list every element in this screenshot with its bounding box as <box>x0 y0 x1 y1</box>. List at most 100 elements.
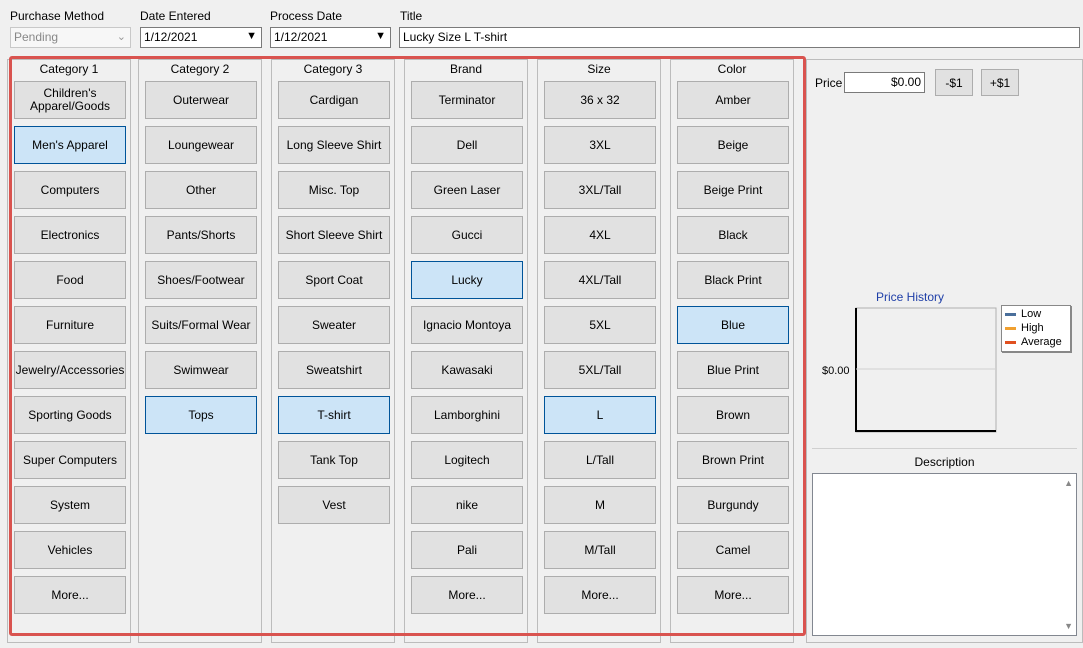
legend-swatch <box>1005 312 1016 316</box>
plot-area <box>855 307 997 433</box>
scroll-down-icon[interactable]: ▼ <box>1064 621 1073 631</box>
color-option-button[interactable]: Blue <box>677 306 789 344</box>
category-2-option-button[interactable]: Suits/Formal Wear <box>145 306 257 344</box>
legend-label: Low <box>1021 308 1042 320</box>
column-category-2: Category 2 Outerwear Loungewear Other Pants/… <box>138 59 262 643</box>
brand-option-button[interactable]: nike <box>411 486 523 524</box>
size-option-button[interactable]: 4XL <box>544 216 656 254</box>
category-3-option-button[interactable]: Sweater <box>278 306 390 344</box>
column-category-3: Category 3 Cardigan Long Sleeve Shirt Misc.… <box>271 59 395 643</box>
date-entered-picker[interactable]: 1/12/2021 ▼ <box>140 27 262 48</box>
color-option-button[interactable]: Blue Print <box>677 351 789 389</box>
category-1-option-button[interactable]: Children's Apparel/Goods <box>14 81 126 119</box>
brand-option-button[interactable]: Pali <box>411 531 523 569</box>
brand-option-button[interactable]: Gucci <box>411 216 523 254</box>
legend-item-average: Average <box>1005 335 1067 349</box>
category-3-option-button[interactable]: Short Sleeve Shirt <box>278 216 390 254</box>
category-1-option-button[interactable]: Food <box>14 261 126 299</box>
date-entered-label: Date Entered <box>140 9 211 23</box>
category-3-option-button[interactable]: T-shirt <box>278 396 390 434</box>
size-option-button[interactable]: L/Tall <box>544 441 656 479</box>
category-1-option-button[interactable]: Men's Apparel <box>14 126 126 164</box>
legend-label: High <box>1021 322 1044 334</box>
decrease-price-button[interactable]: -$1 <box>935 69 973 96</box>
category-2-option-button[interactable]: Pants/Shorts <box>145 216 257 254</box>
size-option-button[interactable]: M <box>544 486 656 524</box>
title-label: Title <box>400 9 423 23</box>
size-option-button[interactable]: 5XL/Tall <box>544 351 656 389</box>
brand-option-button[interactable]: More... <box>411 576 523 614</box>
category-1-option-button[interactable]: System <box>14 486 126 524</box>
category-3-option-button[interactable]: Tank Top <box>278 441 390 479</box>
brand-option-button[interactable]: Kawasaki <box>411 351 523 389</box>
chevron-down-icon: ⌄ <box>116 31 126 43</box>
category-1-option-button[interactable]: Furniture <box>14 306 126 344</box>
process-date-picker[interactable]: 1/12/2021 ▼ <box>270 27 391 48</box>
category-1-option-button[interactable]: Jewelry/Accessories <box>14 351 126 389</box>
category-2-option-button[interactable]: Tops <box>145 396 257 434</box>
color-option-button[interactable]: Brown <box>677 396 789 434</box>
category-3-option-button[interactable]: Vest <box>278 486 390 524</box>
color-option-button[interactable]: Burgundy <box>677 486 789 524</box>
category-3-option-button[interactable]: Misc. Top <box>278 171 390 209</box>
category-2-option-button[interactable]: Outerwear <box>145 81 257 119</box>
category-2-option-button[interactable]: Swimwear <box>145 351 257 389</box>
brand-option-button[interactable]: Dell <box>411 126 523 164</box>
process-date-label: Process Date <box>270 9 343 23</box>
chevron-down-icon[interactable]: ▼ <box>375 30 386 42</box>
scroll-up-icon[interactable]: ▲ <box>1064 478 1073 488</box>
legend-swatch <box>1005 340 1016 344</box>
category-1-option-button[interactable]: Computers <box>14 171 126 209</box>
category-1-option-button[interactable]: More... <box>14 576 126 614</box>
column-brand: Brand Terminator Dell Green Laser Gucci Lucky… <box>404 59 528 643</box>
purchase-method-select: Pending ⌄ <box>10 27 131 48</box>
color-option-button[interactable]: Camel <box>677 531 789 569</box>
category-2-option-button[interactable]: Shoes/Footwear <box>145 261 257 299</box>
color-option-button[interactable]: Beige <box>677 126 789 164</box>
process-date-value: 1/12/2021 <box>274 30 328 44</box>
size-option-button[interactable]: 3XL <box>544 126 656 164</box>
size-option-button[interactable]: 4XL/Tall <box>544 261 656 299</box>
brand-option-button[interactable]: Lucky <box>411 261 523 299</box>
y-tick-label: $0.00 <box>822 365 850 377</box>
price-history-chart: $0.00 <box>822 307 997 433</box>
brand-option-button[interactable]: Ignacio Montoya <box>411 306 523 344</box>
category-3-option-button[interactable]: Sweatshirt <box>278 351 390 389</box>
legend-label: Average <box>1021 336 1062 348</box>
brand-option-button[interactable]: Lamborghini <box>411 396 523 434</box>
price-input[interactable]: $0.00 <box>844 72 925 93</box>
chevron-down-icon[interactable]: ▼ <box>246 30 257 42</box>
brand-option-button[interactable]: Green Laser <box>411 171 523 209</box>
color-option-button[interactable]: Brown Print <box>677 441 789 479</box>
brand-option-button[interactable]: Terminator <box>411 81 523 119</box>
category-1-option-button[interactable]: Super Computers <box>14 441 126 479</box>
category-1-option-button[interactable]: Sporting Goods <box>14 396 126 434</box>
category-3-option-button[interactable]: Sport Coat <box>278 261 390 299</box>
size-option-button[interactable]: More... <box>544 576 656 614</box>
column-title: Category 3 <box>303 62 363 76</box>
size-option-button[interactable]: 5XL <box>544 306 656 344</box>
color-option-button[interactable]: Amber <box>677 81 789 119</box>
column-title: Color <box>717 62 747 76</box>
increase-price-button[interactable]: +$1 <box>981 69 1019 96</box>
description-textarea[interactable]: ▲ ▼ <box>812 473 1077 636</box>
category-3-option-button[interactable]: Long Sleeve Shirt <box>278 126 390 164</box>
category-1-option-button[interactable]: Electronics <box>14 216 126 254</box>
color-option-button[interactable]: Black Print <box>677 261 789 299</box>
size-option-button[interactable]: 3XL/Tall <box>544 171 656 209</box>
size-option-button[interactable]: L <box>544 396 656 434</box>
size-option-button[interactable]: 36 x 32 <box>544 81 656 119</box>
color-option-button[interactable]: Black <box>677 216 789 254</box>
category-2-option-button[interactable]: Loungewear <box>145 126 257 164</box>
divider <box>812 448 1077 449</box>
category-1-option-button[interactable]: Vehicles <box>14 531 126 569</box>
color-option-button[interactable]: Beige Print <box>677 171 789 209</box>
color-option-button[interactable]: More... <box>677 576 789 614</box>
title-input[interactable]: Lucky Size L T-shirt <box>399 27 1080 48</box>
brand-option-button[interactable]: Logitech <box>411 441 523 479</box>
category-2-option-button[interactable]: Other <box>145 171 257 209</box>
category-3-option-button[interactable]: Cardigan <box>278 81 390 119</box>
column-title: Brand <box>449 62 483 76</box>
size-option-button[interactable]: M/Tall <box>544 531 656 569</box>
column-category-1: Category 1 Children's Apparel/Goods Men's … <box>7 59 131 643</box>
